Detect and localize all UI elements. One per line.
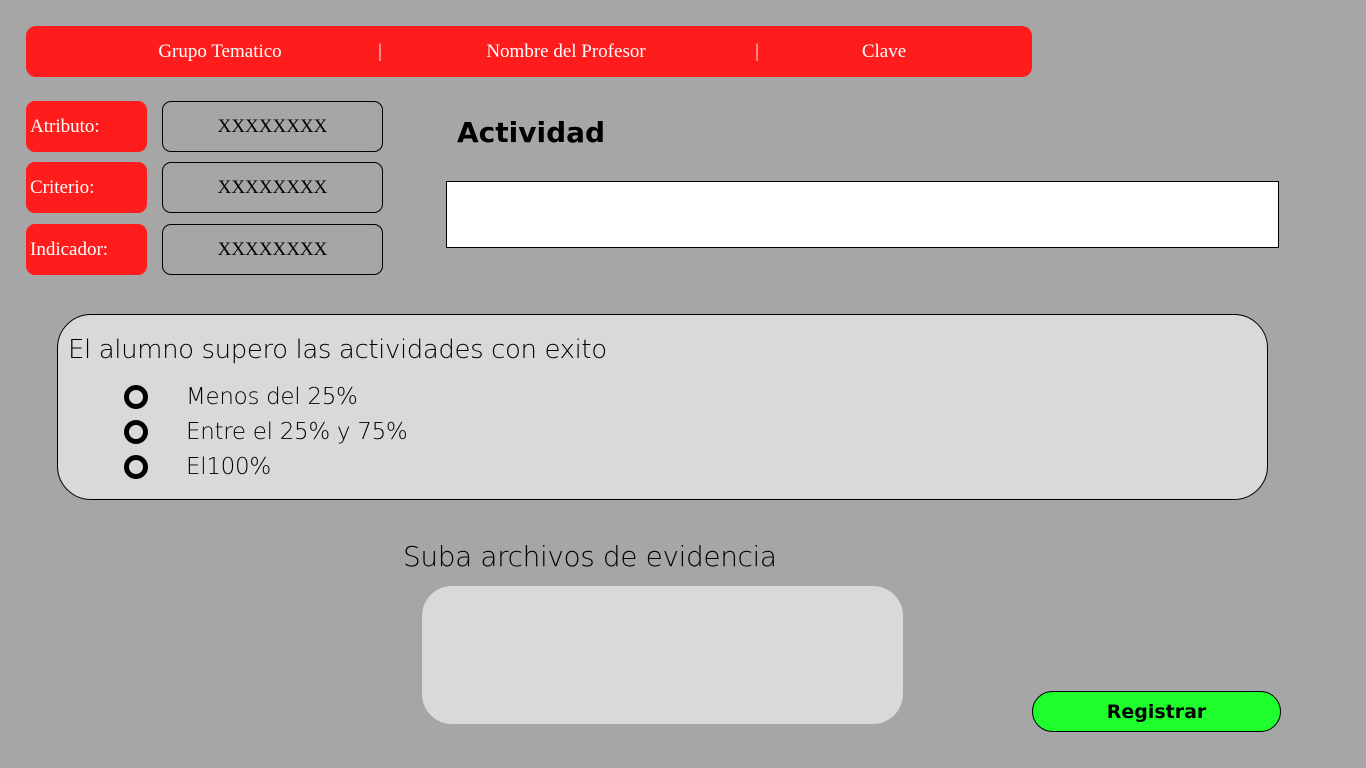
header-nombre-profesor[interactable]: Nombre del Profesor (486, 41, 645, 63)
option-25-75[interactable]: Entre el 25% y 75% (124, 417, 408, 447)
upload-title: Suba archivos de evidencia (403, 540, 777, 573)
header-separator: | (755, 40, 759, 62)
register-button[interactable]: Registrar (1032, 691, 1281, 732)
header-clave[interactable]: Clave (862, 41, 906, 63)
atributo-label: Atributo: (26, 101, 147, 152)
header-grupo-tematico[interactable]: Grupo Tematico (158, 41, 281, 63)
indicador-value: XXXXXXXX (162, 224, 383, 275)
option-label: Entre el 25% y 75% (186, 419, 408, 445)
option-label: El100% (186, 454, 271, 480)
assessment-panel: El alumno supero las actividades con exi… (57, 314, 1268, 500)
option-100[interactable]: El100% (124, 452, 271, 482)
criterio-value: XXXXXXXX (162, 162, 383, 213)
option-less-25[interactable]: Menos del 25% (124, 382, 358, 412)
radio-circle-icon[interactable] (124, 385, 148, 409)
option-label: Menos del 25% (186, 384, 358, 410)
radio-circle-icon[interactable] (124, 420, 148, 444)
assessment-question: El alumno supero las actividades con exi… (68, 335, 607, 365)
activity-input[interactable] (446, 181, 1279, 248)
indicador-label: Indicador: (26, 224, 147, 275)
header-separator: | (378, 40, 382, 62)
activity-title: Actividad (457, 116, 606, 149)
atributo-value: XXXXXXXX (162, 101, 383, 152)
top-header-bar: Grupo Tematico | Nombre del Profesor | C… (26, 26, 1032, 77)
file-upload-dropzone[interactable] (422, 586, 903, 724)
radio-circle-icon[interactable] (124, 455, 148, 479)
criterio-label: Criterio: (26, 162, 147, 213)
